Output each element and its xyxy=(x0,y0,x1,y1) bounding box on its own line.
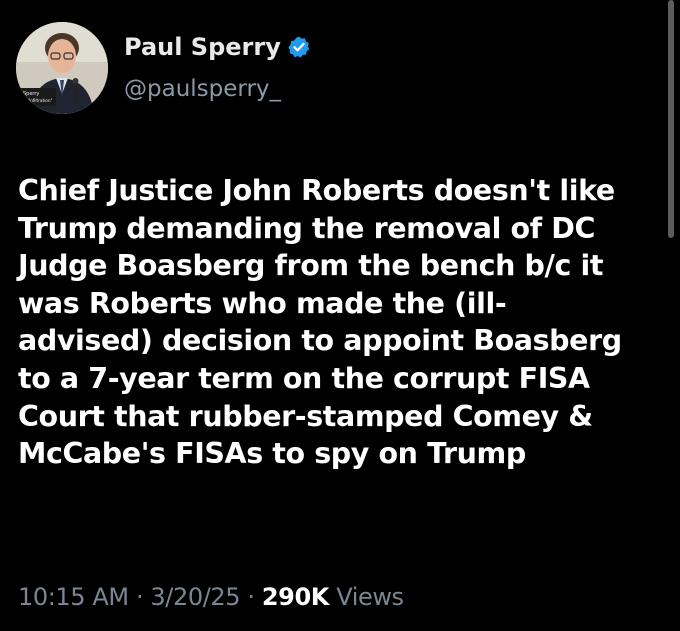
avatar-caption-line1: l Sperry xyxy=(20,91,39,97)
scrollbar[interactable] xyxy=(668,0,674,238)
tweet-date[interactable]: 3/20/25 xyxy=(150,583,240,611)
tweet-text-line: Court that rubber-stamped Comey & xyxy=(18,399,593,433)
tweet-text-line: Chief Justice John Roberts doesn't like xyxy=(18,174,615,207)
avatar-caption-line2: or, "Infiltration" xyxy=(20,98,53,103)
tweet-text-line: Trump demanding the removal of DC xyxy=(18,211,596,245)
author-handle[interactable]: @paulsperry_ xyxy=(124,76,281,102)
views-count[interactable]: 290K xyxy=(262,583,330,611)
tweet-text-line: McCabe's FISAs to spy on Trump xyxy=(18,437,526,471)
verified-badge-icon xyxy=(288,36,310,58)
avatar[interactable]: l Sperry or, "Infiltration" xyxy=(16,22,108,114)
tweet-text: Chief Justice John Roberts doesn't like … xyxy=(18,172,668,473)
tweet-text-line: advised) decision to appoint Boasberg xyxy=(18,324,622,358)
views-label: Views xyxy=(336,583,404,611)
meta-separator: · xyxy=(247,583,255,611)
author-name[interactable]: Paul Sperry xyxy=(124,33,311,61)
portrait-avatar-icon: l Sperry or, "Infiltration" xyxy=(16,22,108,114)
tweet-text-line: was Roberts who made the (ill- xyxy=(18,286,507,320)
tweet-meta: 10:15 AM · 3/20/25 · 290K Views xyxy=(18,583,404,611)
meta-separator: · xyxy=(135,583,144,611)
tweet-text-line: Judge Boasberg from the bench b/c it xyxy=(18,249,604,283)
tweet-text-line: to a 7-year term on the corrupt FISA xyxy=(18,361,590,395)
author-name-text[interactable]: Paul Sperry xyxy=(124,33,281,61)
tweet-time[interactable]: 10:15 AM xyxy=(18,583,129,611)
